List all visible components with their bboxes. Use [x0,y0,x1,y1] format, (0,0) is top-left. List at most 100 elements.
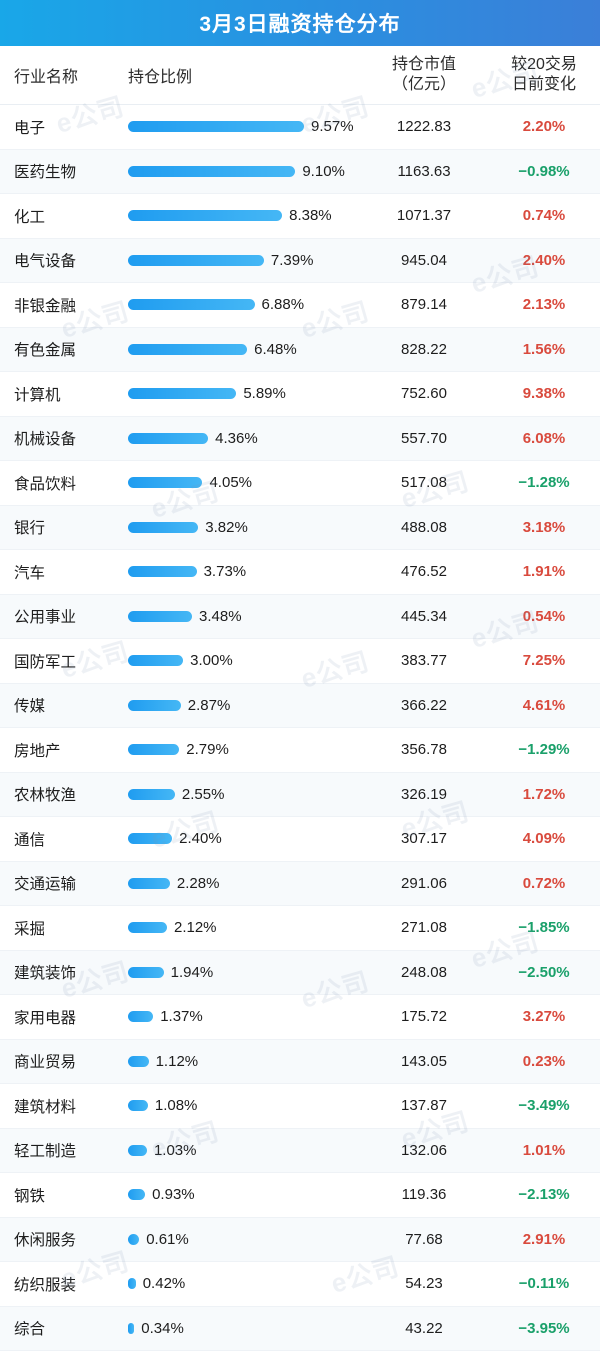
market-value: 1163.63 [360,163,488,180]
table-column-header: 行业名称 持仓比例 持仓市值 （亿元） 较20交易 日前变化 [0,46,600,105]
ratio-label: 0.61% [146,1231,189,1248]
table-row: 商业贸易1.12%143.050.23% [0,1040,600,1085]
table-row: 建筑装饰1.94%248.08−2.50% [0,951,600,996]
ratio-label: 4.36% [215,430,258,447]
ratio-bar [128,1056,149,1067]
table-row: 农林牧渔2.55%326.191.72% [0,773,600,818]
market-value: 43.22 [360,1320,488,1337]
table-row: 传媒2.87%366.224.61% [0,684,600,729]
market-value: 557.70 [360,430,488,447]
ratio-bar-cell: 2.12% [118,919,360,936]
change-value: 7.25% [488,652,600,669]
change-value: 6.08% [488,430,600,447]
ratio-bar [128,1145,147,1156]
ratio-bar-cell: 2.87% [118,697,360,714]
industry-name: 采掘 [0,917,118,939]
ratio-bar-cell: 3.73% [118,563,360,580]
ratio-label: 2.87% [188,697,231,714]
ratio-bar-cell: 2.55% [118,786,360,803]
change-value: 0.23% [488,1053,600,1070]
ratio-bar [128,655,183,666]
industry-name: 有色金属 [0,338,118,360]
change-value: −0.11% [488,1275,600,1292]
ratio-label: 1.08% [155,1097,198,1114]
industry-name: 交通运输 [0,872,118,894]
ratio-label: 2.79% [186,741,229,758]
change-value: 2.40% [488,252,600,269]
industry-name: 国防军工 [0,650,118,672]
table-row: 有色金属 6.48% 828.221.56% [0,328,600,373]
change-value: 9.38% [488,385,600,402]
ratio-bar-cell: 4.36% [118,430,360,447]
change-value: 4.09% [488,830,600,847]
ratio-bar [128,789,175,800]
ratio-bar-cell: 4.05% [118,474,360,491]
industry-name: 通信 [0,828,118,850]
ratio-bar-cell: 7.39% [118,252,360,269]
table-row: 建筑材料1.08%137.87−3.49% [0,1084,600,1129]
change-value: 1.56% [488,341,600,358]
ratio-bar-cell: 0.42% [118,1275,360,1292]
market-value: 54.23 [360,1275,488,1292]
table-row: 通信2.40%307.174.09% [0,817,600,862]
ratio-bar [128,700,181,711]
ratio-bar-cell: 1.08% [118,1097,360,1114]
market-value: 291.06 [360,875,488,892]
ratio-bar [128,255,264,266]
ratio-label: 4.05% [209,474,252,491]
change-value: −3.95% [488,1320,600,1337]
ratio-bar [128,967,164,978]
market-value: 326.19 [360,786,488,803]
ratio-bar-cell: 1.94% [118,964,360,981]
table-row: 汽车3.73%476.521.91% [0,550,600,595]
ratio-label: 2.55% [182,786,225,803]
ratio-label: 2.40% [179,830,222,847]
ratio-bar-cell: 6.48% [118,341,360,358]
ratio-bar-cell: 3.82% [118,519,360,536]
ratio-label: 6.48% [254,341,297,358]
change-value: −2.13% [488,1186,600,1203]
change-value: −0.98% [488,163,600,180]
industry-name: 钢铁 [0,1184,118,1206]
ratio-bar [128,344,247,355]
change-value: 2.91% [488,1231,600,1248]
industry-name: 传媒 [0,694,118,716]
table-body: 电子9.57%1222.832.20%医药生物9.10%1163.63−0.98… [0,105,600,1351]
ratio-bar [128,1234,139,1245]
market-value: 752.60 [360,385,488,402]
ratio-bar [128,744,179,755]
ratio-bar-cell: 5.89% [118,385,360,402]
ratio-bar [128,1011,153,1022]
page-title: 3月3日融资持仓分布 [199,8,400,38]
change-value: 1.01% [488,1142,600,1159]
ratio-bar-cell: 9.57% [118,118,360,135]
market-value: 488.08 [360,519,488,536]
ratio-label: 1.94% [171,964,214,981]
ratio-bar [128,1189,145,1200]
market-value: 828.22 [360,341,488,358]
ratio-bar [128,210,282,221]
ratio-label: 0.93% [152,1186,195,1203]
table-row: 休闲服务0.61%77.682.91% [0,1218,600,1263]
table-row: 电气设备7.39%945.042.40% [0,239,600,284]
change-value: 2.13% [488,296,600,313]
ratio-bar-cell: 0.34% [118,1320,360,1337]
industry-name: 纺织服装 [0,1273,118,1295]
ratio-bar [128,611,192,622]
change-value: 4.61% [488,697,600,714]
ratio-bar-cell: 9.10% [118,163,360,180]
change-value: 1.91% [488,563,600,580]
ratio-bar [128,1100,148,1111]
change-value: 3.27% [488,1008,600,1025]
industry-name: 电气设备 [0,249,118,271]
industry-name: 综合 [0,1317,118,1339]
ratio-bar [128,522,198,533]
market-value: 517.08 [360,474,488,491]
ratio-bar-cell: 0.61% [118,1231,360,1248]
table-row: 银行3.82%488.083.18% [0,506,600,551]
ratio-label: 1.37% [160,1008,203,1025]
industry-name: 计算机 [0,383,118,405]
ratio-label: 8.38% [289,207,332,224]
change-value: −3.49% [488,1097,600,1114]
ratio-bar-cell: 2.28% [118,875,360,892]
